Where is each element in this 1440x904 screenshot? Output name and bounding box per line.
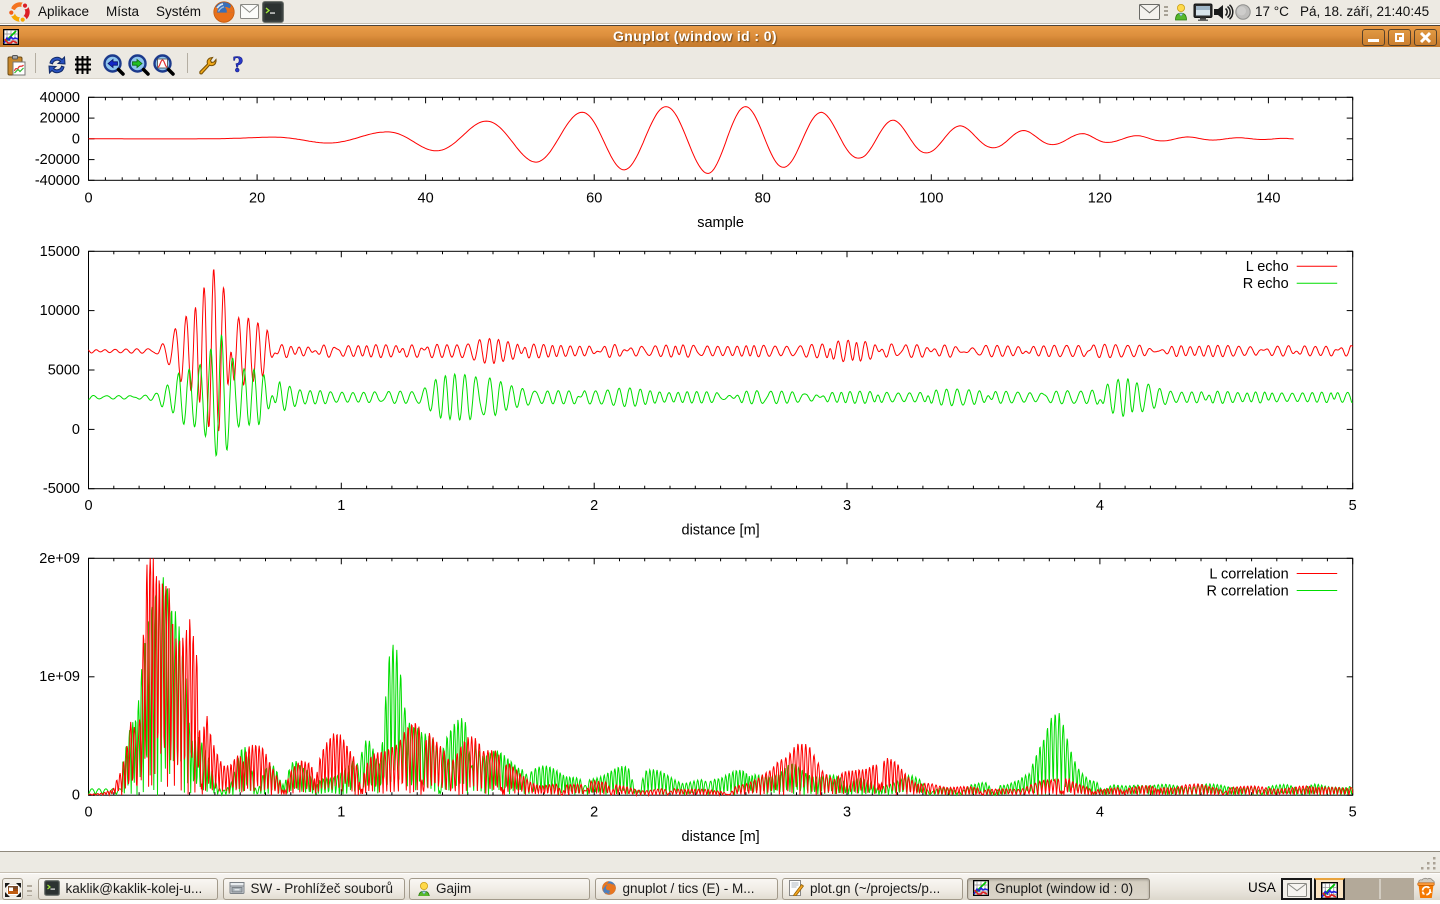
svg-text:3: 3 — [843, 498, 851, 514]
svg-text:60: 60 — [586, 191, 602, 207]
svg-text:2: 2 — [590, 805, 598, 821]
svg-text:-5000: -5000 — [43, 481, 80, 497]
svg-text:100: 100 — [919, 191, 943, 207]
svg-text:distance [m]: distance [m] — [682, 523, 760, 539]
svg-text:-20000: -20000 — [35, 152, 80, 168]
svg-text:0: 0 — [84, 191, 92, 207]
svg-text:0: 0 — [72, 131, 80, 147]
svg-text:140: 140 — [1256, 191, 1280, 207]
svg-text:1: 1 — [337, 805, 345, 821]
svg-text:0: 0 — [84, 805, 92, 821]
svg-text:40: 40 — [418, 191, 434, 207]
svg-text:40000: 40000 — [40, 90, 80, 106]
svg-text:120: 120 — [1088, 191, 1112, 207]
svg-text:R correlation: R correlation — [1206, 584, 1288, 600]
svg-text:15000: 15000 — [40, 244, 80, 260]
svg-text:1e+09: 1e+09 — [39, 669, 80, 685]
svg-text:R echo: R echo — [1243, 276, 1289, 292]
svg-text:5000: 5000 — [48, 363, 80, 379]
svg-text:5: 5 — [1349, 805, 1357, 821]
svg-text:1: 1 — [337, 498, 345, 514]
svg-text:10000: 10000 — [40, 303, 80, 319]
svg-text:0: 0 — [72, 422, 80, 438]
svg-text:4: 4 — [1096, 805, 1104, 821]
svg-text:2: 2 — [590, 498, 598, 514]
svg-text:distance [m]: distance [m] — [682, 829, 760, 845]
svg-text:4: 4 — [1096, 498, 1104, 514]
svg-text:80: 80 — [755, 191, 771, 207]
svg-text:0: 0 — [72, 788, 80, 804]
svg-text:2e+09: 2e+09 — [39, 551, 80, 567]
svg-text:0: 0 — [84, 498, 92, 514]
svg-text:20000: 20000 — [40, 111, 80, 127]
svg-text:20: 20 — [249, 191, 265, 207]
svg-text:sample: sample — [697, 215, 744, 231]
svg-text:5: 5 — [1349, 498, 1357, 514]
svg-text:-40000: -40000 — [35, 173, 80, 189]
svg-text:3: 3 — [843, 805, 851, 821]
svg-text:L echo: L echo — [1246, 259, 1289, 275]
svg-text:L correlation: L correlation — [1209, 567, 1288, 583]
